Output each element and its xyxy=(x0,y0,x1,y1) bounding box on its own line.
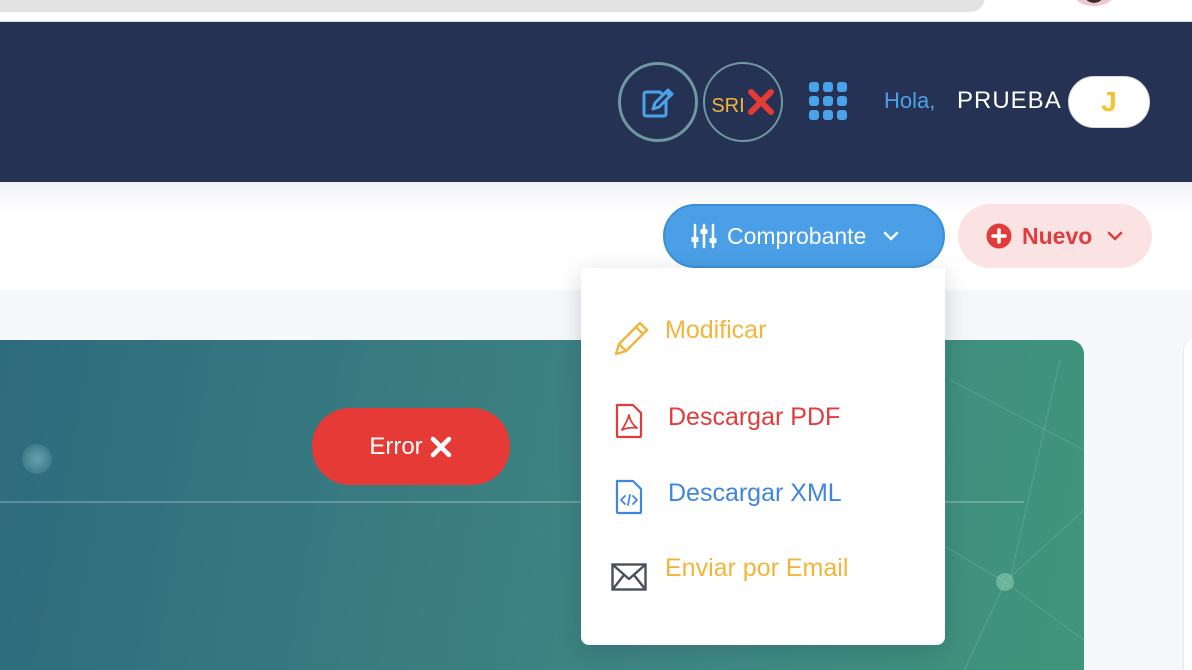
user-avatar[interactable]: J xyxy=(1068,76,1150,128)
comprobante-label: Comprobante xyxy=(727,222,867,249)
menu-item-modificar[interactable]: Modificar xyxy=(581,304,945,364)
plus-circle-icon xyxy=(986,223,1012,249)
sri-status-button[interactable]: SRI xyxy=(703,62,783,142)
edit-document-icon xyxy=(642,88,674,118)
sliders-icon xyxy=(691,223,717,249)
xml-file-icon xyxy=(615,479,643,515)
edit-document-button[interactable] xyxy=(618,62,698,142)
browser-profile-avatar[interactable] xyxy=(1074,0,1114,6)
menu-item-enviar-email[interactable]: Enviar por Email xyxy=(581,542,945,602)
browser-strip xyxy=(0,0,1192,22)
comprobante-dropdown-button[interactable]: Comprobante xyxy=(663,204,945,268)
browser-address-bar[interactable] xyxy=(0,0,985,12)
menu-item-label: Modificar xyxy=(665,316,767,344)
chevron-down-icon xyxy=(884,231,899,241)
chevron-down-icon xyxy=(1108,231,1123,241)
greeting-text: Hola, xyxy=(884,88,936,113)
nuevo-dropdown-button[interactable]: Nuevo xyxy=(958,204,1152,268)
menu-item-descargar-pdf[interactable]: Descargar PDF xyxy=(581,390,945,450)
menu-item-descargar-xml[interactable]: Descargar XML xyxy=(581,466,945,526)
username-text: PRUEBA xyxy=(957,87,1062,114)
error-status-badge: Error xyxy=(312,408,510,485)
error-label: Error xyxy=(369,432,423,460)
sri-error-x-icon xyxy=(747,89,774,115)
close-x-icon xyxy=(430,436,451,457)
right-side-panel xyxy=(1183,340,1192,670)
nuevo-label: Nuevo xyxy=(1022,222,1093,249)
menu-item-label: Enviar por Email xyxy=(665,554,849,582)
envelope-icon xyxy=(611,563,647,591)
menu-item-label: Descargar PDF xyxy=(668,403,841,431)
hero-glow-dot xyxy=(22,444,52,474)
comprobante-dropdown-menu: Modificar Descargar PDF Descargar XML En… xyxy=(581,268,945,645)
apps-grid-icon[interactable] xyxy=(809,82,847,120)
pdf-file-icon xyxy=(615,403,643,439)
sri-label: SRI xyxy=(711,94,745,117)
pencil-icon xyxy=(614,321,649,356)
menu-item-label: Descargar XML xyxy=(668,479,842,507)
